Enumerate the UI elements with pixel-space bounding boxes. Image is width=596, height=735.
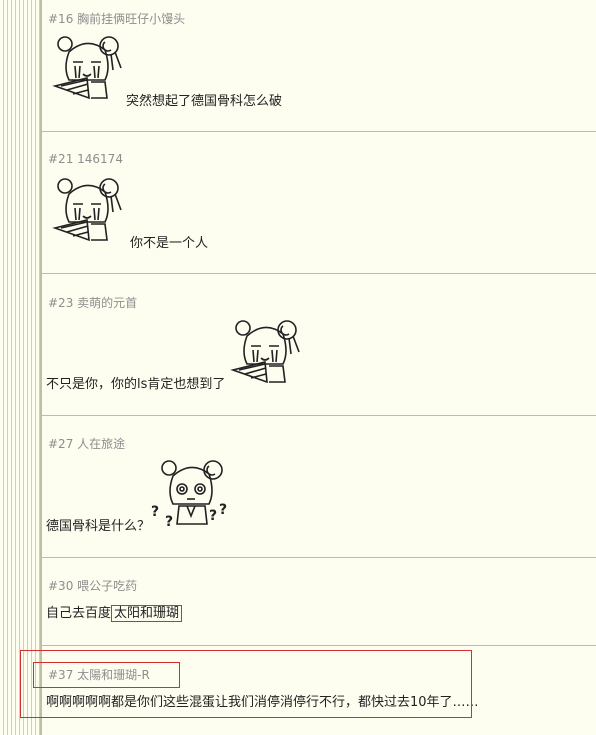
- crying-girl-sticker: [52, 36, 122, 100]
- post-header[interactable]: #27 人在旅途: [48, 435, 125, 452]
- svg-text:?: ?: [151, 504, 159, 520]
- comment-thread: #16 胸前挂俩旺仔小馒头 突然想起了德国骨科怎么破 #21 146174 你不…: [41, 0, 596, 735]
- post-text: 突然想起了德国骨科怎么破: [126, 94, 283, 109]
- post-header[interactable]: #16 胸前挂俩旺仔小馒头: [48, 10, 185, 27]
- comment-post: #27 人在旅途 德国骨科是什么？ ?? ??: [41, 416, 596, 558]
- comment-post: #16 胸前挂俩旺仔小馒头 突然想起了德国骨科怎么破: [41, 0, 596, 132]
- svg-text:?: ?: [209, 508, 217, 524]
- crying-girl-sticker: [52, 178, 122, 242]
- comment-post: #30 喂公子吃药 自己去百度 太阳和珊瑚: [41, 558, 596, 646]
- post-text: 你不是一个人: [130, 236, 209, 251]
- left-margin-stripes: [0, 0, 42, 735]
- svg-text:?: ?: [165, 514, 173, 528]
- post-text: 德国骨科是什么？: [46, 519, 151, 534]
- comment-post: #23 卖萌的元首 不只是你，你的ls肯定也想到了: [41, 274, 596, 416]
- post-text: 不只是你，你的ls肯定也想到了: [46, 377, 226, 392]
- svg-text:?: ?: [219, 502, 227, 518]
- highlighted-username: 太阳和珊瑚: [111, 605, 183, 622]
- crying-girl-sticker: [230, 320, 300, 384]
- comment-post: #21 146174 你不是一个人: [41, 132, 596, 274]
- annotation-box-post: [20, 650, 472, 718]
- post-text: 自己去百度 太阳和珊瑚: [46, 602, 183, 622]
- post-header[interactable]: #21 146174: [48, 152, 123, 166]
- post-header[interactable]: #23 卖萌的元首: [48, 294, 137, 311]
- post-header[interactable]: #30 喂公子吃药: [48, 577, 137, 594]
- post-text-prefix: 自己去百度: [46, 606, 112, 621]
- confused-girl-sticker: ?? ??: [151, 460, 227, 528]
